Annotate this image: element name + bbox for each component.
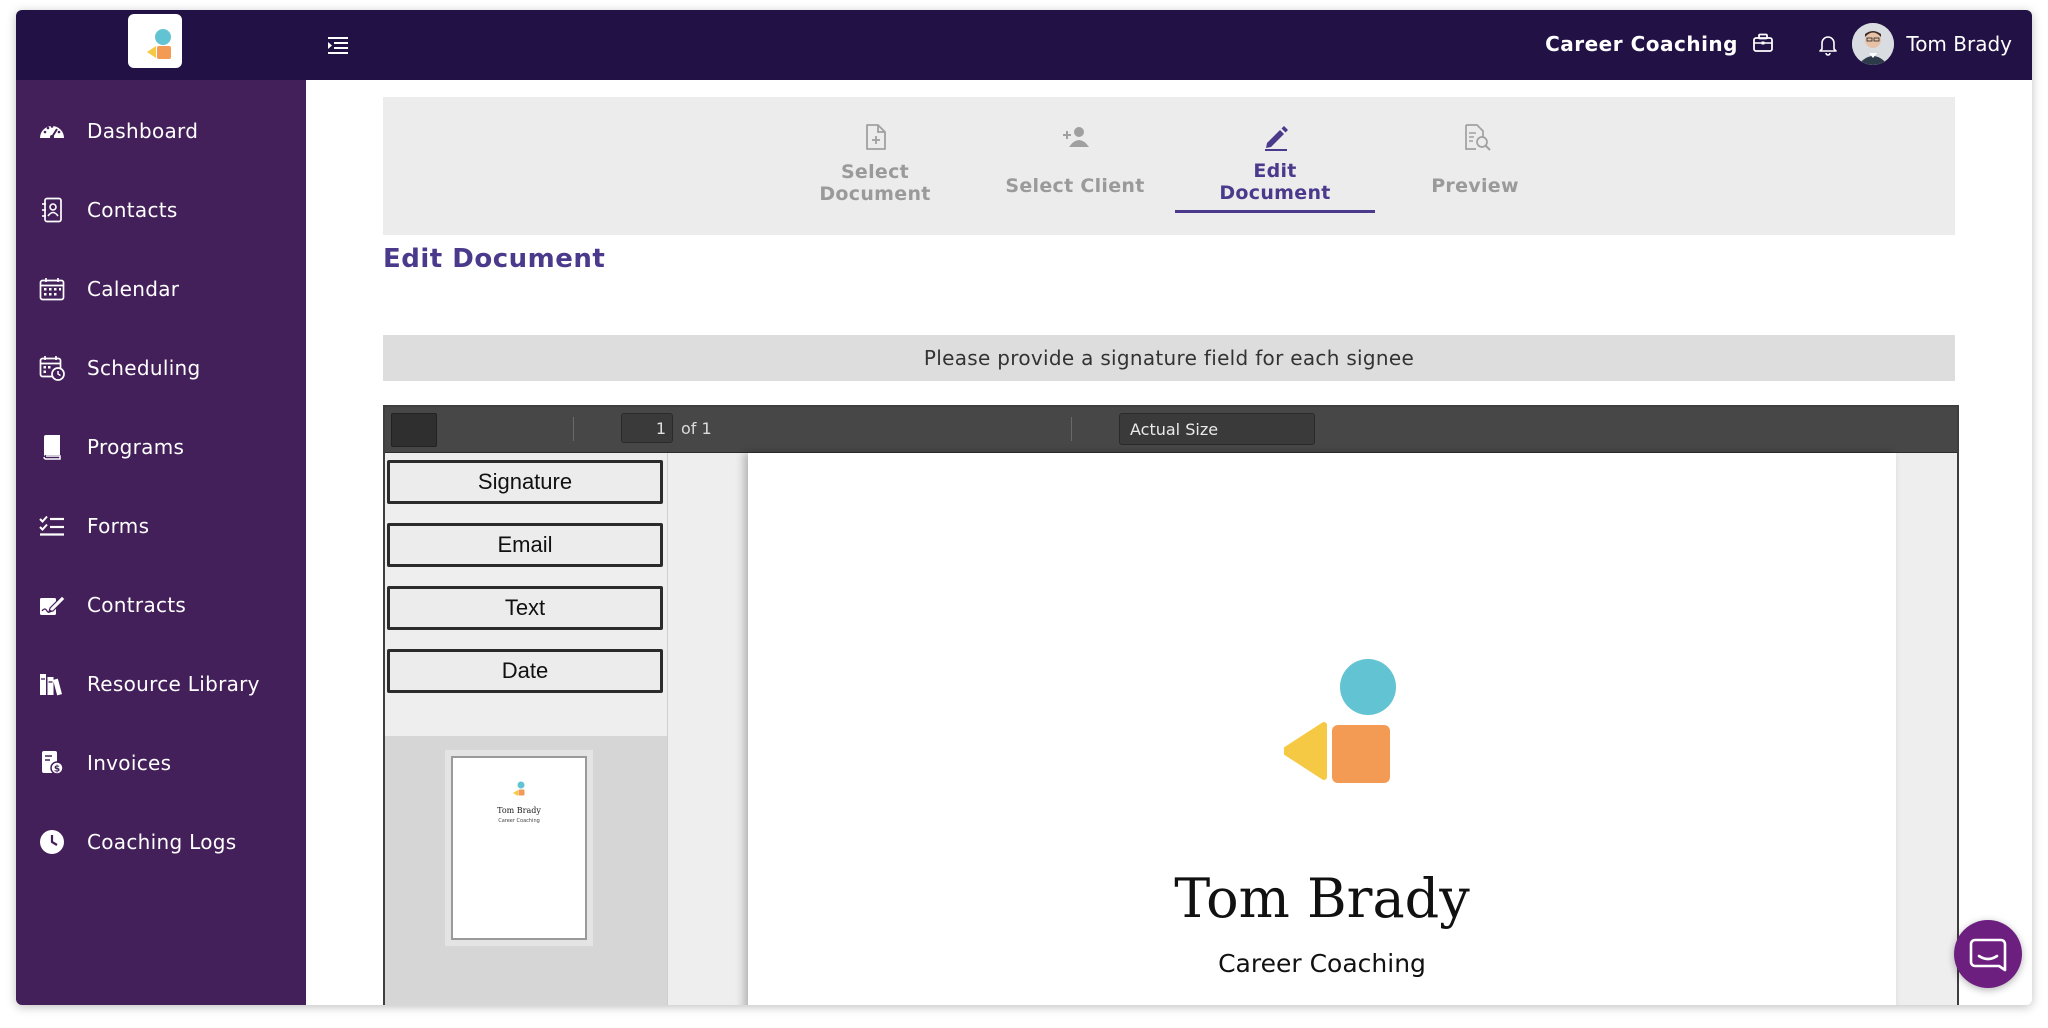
- menu-toggle-icon[interactable]: [326, 34, 352, 58]
- app-logo[interactable]: [128, 14, 182, 68]
- sidebar-item-contracts[interactable]: Contracts: [16, 575, 306, 635]
- zoom-select-value: Actual Size: [1130, 419, 1219, 439]
- document-name: Tom Brady: [1174, 867, 1470, 930]
- sidebar-item-label: Forms: [87, 514, 150, 538]
- sidebar-item-label: Contracts: [87, 593, 187, 617]
- sidebar-item-calendar[interactable]: Calendar: [16, 259, 306, 319]
- thumbnail-logo: [513, 781, 525, 796]
- document-logo: [1284, 659, 1396, 783]
- user-name[interactable]: Tom Brady: [1906, 32, 2012, 56]
- contacts-icon: [38, 196, 66, 224]
- sidebar-item-label: Dashboard: [87, 119, 199, 143]
- step-select-document[interactable]: Select Document: [775, 97, 975, 235]
- invoice-icon: $: [38, 749, 66, 777]
- thumbnail-name: Tom Brady: [497, 806, 541, 815]
- sidebar-item-resource-library[interactable]: Resource Library: [16, 654, 306, 714]
- step-label: Select: [840, 161, 910, 183]
- signature-notice: Please provide a signature field for eac…: [383, 335, 1955, 381]
- main-content: Select Document Select Client Edit Docum…: [306, 80, 2032, 1005]
- sidebar-item-programs[interactable]: Programs: [16, 417, 306, 477]
- page-title: Edit Document: [383, 244, 606, 274]
- clock-icon: [38, 828, 66, 856]
- sidebar-item-label: Invoices: [87, 751, 172, 775]
- pdf-toolbar: of 1 Actual Size: [385, 407, 1957, 453]
- step-label: Select Client: [1005, 175, 1145, 197]
- page-number-input[interactable]: [621, 413, 673, 443]
- pencil-icon: [1263, 123, 1289, 151]
- sidebar-item-label: Resource Library: [87, 672, 260, 696]
- step-label: Document: [819, 183, 931, 205]
- app-window: Career Coaching Tom Brady Dashboard Cont…: [16, 10, 2032, 1005]
- toolbar-separator: [1071, 417, 1072, 441]
- sidebar-item-invoices[interactable]: $ Invoices: [16, 733, 306, 793]
- document-subtitle: Career Coaching: [1218, 949, 1426, 978]
- user-plus-icon: [1063, 123, 1089, 151]
- svg-text:$: $: [54, 765, 60, 775]
- page-thumbnail[interactable]: Tom Brady Career Coaching: [451, 756, 587, 940]
- step-label: Edit: [1253, 160, 1297, 182]
- bell-icon[interactable]: [1818, 34, 1838, 56]
- date-field-button[interactable]: Date: [387, 649, 663, 693]
- business-name[interactable]: Career Coaching: [1545, 32, 1738, 56]
- chat-icon: [1969, 938, 2007, 972]
- dashboard-icon: [38, 117, 66, 145]
- zoom-select[interactable]: Actual Size: [1119, 413, 1315, 445]
- active-step-indicator: [1175, 210, 1375, 213]
- book-icon: [38, 433, 66, 461]
- step-preview[interactable]: Preview: [1375, 97, 1575, 235]
- sidebar-item-label: Programs: [87, 435, 185, 459]
- top-bar: Career Coaching Tom Brady: [16, 10, 2032, 80]
- logo-icon: [147, 29, 171, 59]
- avatar[interactable]: [1852, 23, 1894, 65]
- sidebar-item-scheduling[interactable]: Scheduling: [16, 338, 306, 398]
- library-icon: [38, 670, 66, 698]
- step-select-client[interactable]: Select Client: [975, 97, 1175, 235]
- document-page[interactable]: Tom Brady Career Coaching: [748, 453, 1896, 1005]
- sidebar-item-label: Calendar: [87, 277, 180, 301]
- checklist-icon: [38, 512, 66, 540]
- scheduling-icon: [38, 354, 66, 382]
- sidebar-item-forms[interactable]: Forms: [16, 496, 306, 556]
- calendar-icon: [38, 275, 66, 303]
- thumbnail-panel: Tom Brady Career Coaching: [385, 736, 667, 1005]
- pdf-viewer: of 1 Actual Size Signature Email Text Da…: [383, 405, 1959, 1005]
- step-edit-document[interactable]: Edit Document: [1175, 97, 1375, 235]
- sidebar-item-contacts[interactable]: Contacts: [16, 180, 306, 240]
- thumbnail-subtitle: Career Coaching: [498, 818, 540, 824]
- page-count: of 1: [681, 419, 712, 438]
- field-palette: Signature Email Text Date Tom Brady Care…: [385, 453, 668, 1005]
- sidebar: Dashboard Contacts Calendar Scheduling P…: [16, 80, 306, 1005]
- toolbar-separator: [573, 417, 574, 441]
- email-field-button[interactable]: Email: [387, 523, 663, 567]
- signature-icon: [38, 591, 66, 619]
- step-label: Document: [1219, 182, 1331, 204]
- document-stepper: Select Document Select Client Edit Docum…: [383, 97, 1955, 235]
- signature-field-button[interactable]: Signature: [387, 460, 663, 504]
- file-search-icon: [1463, 123, 1491, 151]
- step-label: Preview: [1431, 175, 1519, 197]
- file-plus-icon: [863, 123, 889, 151]
- chat-launcher-button[interactable]: [1954, 920, 2022, 988]
- text-field-button[interactable]: Text: [387, 586, 663, 630]
- sidebar-item-label: Contacts: [87, 198, 178, 222]
- sidebar-item-label: Scheduling: [87, 356, 201, 380]
- briefcase-icon[interactable]: [1752, 32, 1774, 54]
- toggle-sidebar-button[interactable]: [391, 413, 437, 447]
- sidebar-item-label: Coaching Logs: [87, 830, 237, 854]
- sidebar-item-dashboard[interactable]: Dashboard: [16, 101, 306, 161]
- sidebar-item-coaching-logs[interactable]: Coaching Logs: [16, 812, 306, 872]
